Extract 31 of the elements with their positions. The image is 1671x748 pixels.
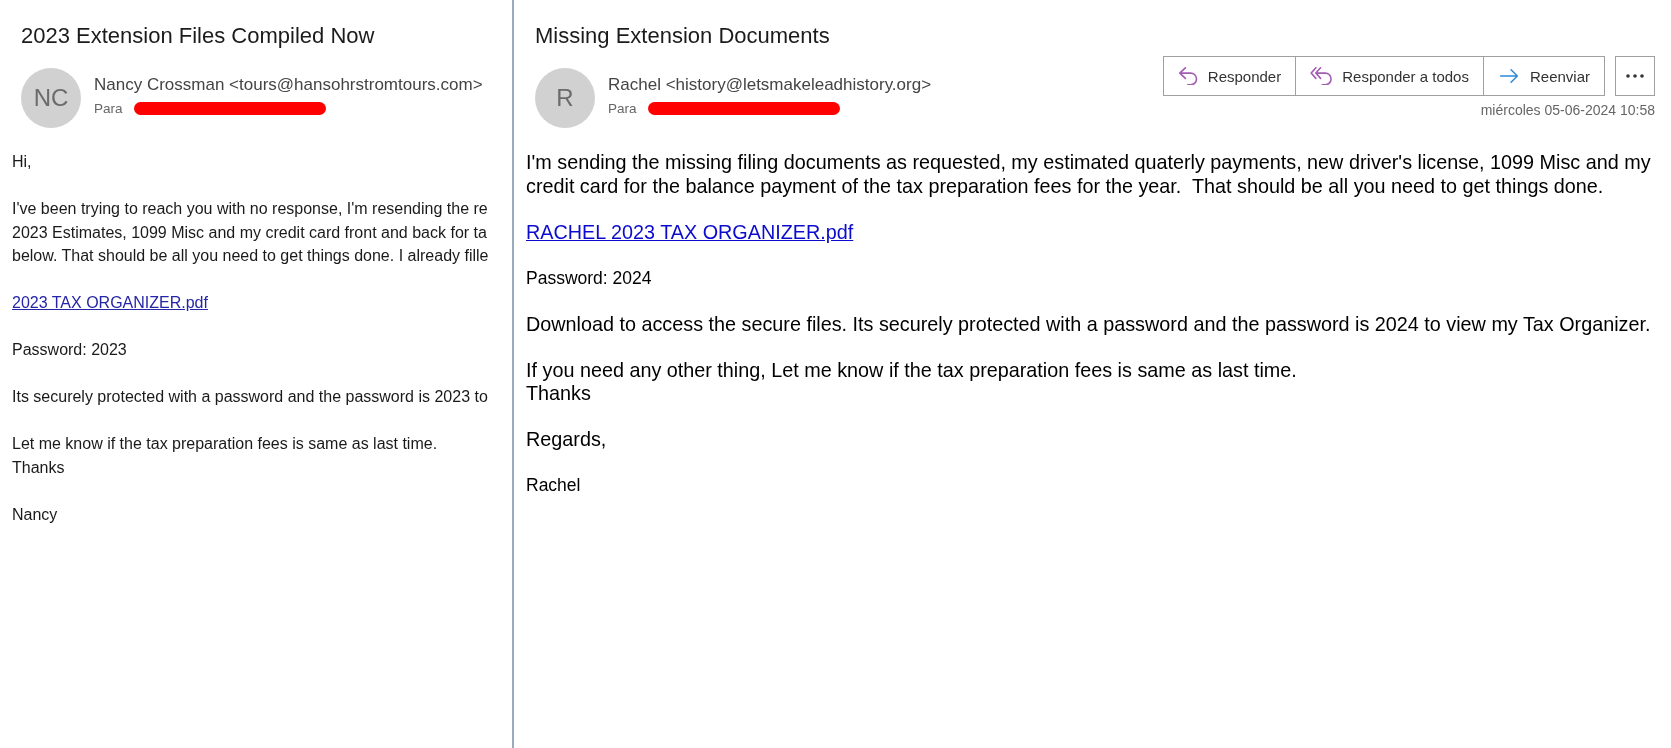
more-options-button[interactable] <box>1615 56 1655 96</box>
message-text: Let me know if the tax preparation fees is same as last time. Thanks <box>12 434 438 478</box>
sender-avatar: NC <box>21 68 81 128</box>
email-subject: 2023 Extension Files Compiled Now <box>21 22 376 50</box>
reply-all-button[interactable]: Responder a todos <box>1296 56 1484 96</box>
message-text: Its securely protected with a password and the password is 2023 to <box>12 387 488 407</box>
message-text: Hi, <box>12 152 32 172</box>
email-subject: Missing Extension Documents <box>535 22 831 50</box>
ellipsis-icon <box>1626 74 1644 78</box>
message-text: Password: 2023 <box>12 340 127 360</box>
message-text: Rachel <box>526 474 581 497</box>
message-text: Download to access the secure files. Its securely protected with a password and the password is 2024 to view my Tax Organizer. <box>526 312 1651 336</box>
reply-all-icon <box>1310 67 1333 85</box>
attachment-link[interactable]: RACHEL 2023 TAX ORGANIZER.pdf <box>526 220 854 244</box>
recipient-label: Para <box>94 100 123 116</box>
message-text: Regards, <box>526 428 607 452</box>
message-text: Nancy <box>12 504 58 525</box>
message-text: If you need any other thing, Let me know if the tax preparation fees is same as last time. Thanks <box>526 358 1297 406</box>
message-text: Password: 2024 <box>526 266 652 290</box>
message-text: I've been trying to reach you with no response, I'm resending the re 2023 Estimates, 1099 Misc and my credit card front and back for ta below. That should be all you need to get things done. I already fille <box>12 199 489 266</box>
sender-address: Nancy Crossman <tours@hansohrstromtours.com> <box>94 74 483 96</box>
reply-icon <box>1177 67 1198 85</box>
forward-button[interactable]: Reenviar <box>1483 56 1605 96</box>
reply-button[interactable]: Responder <box>1162 56 1297 96</box>
right-arrow-icon <box>1497 69 1520 83</box>
sender-address: Rachel <history@letsmakeleadhistory.org> <box>608 74 932 96</box>
attachment-link[interactable]: 2023 TAX ORGANIZER.pdf <box>12 291 208 315</box>
recipient-label: Para <box>608 100 637 116</box>
sent-date: miércoles 05-06-2024 10:58 <box>1480 101 1655 120</box>
message-text: I'm sending the missing filing documents as requested, my estimated quaterly payments, new driver's license, 1099 Misc and my credit card for the balance payment of the tax preparation fees for the year. That should be all you need to get things done. <box>526 151 1651 198</box>
sender-avatar: R <box>535 68 595 128</box>
